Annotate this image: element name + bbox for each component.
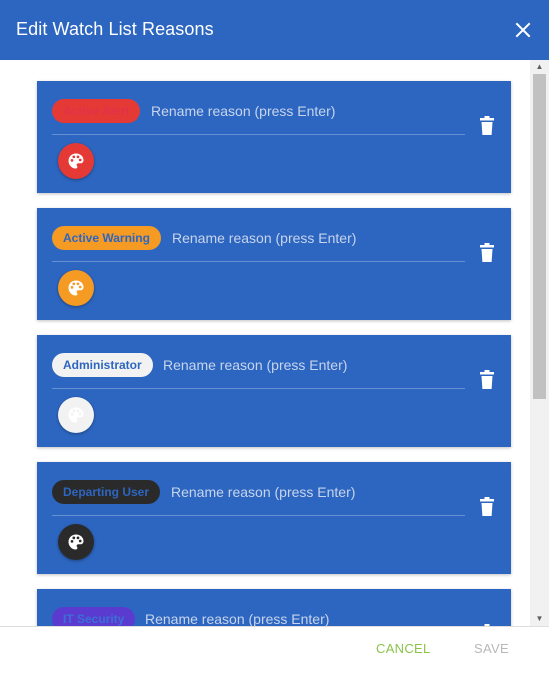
palette-color-button[interactable] bbox=[58, 524, 94, 560]
input-underline bbox=[52, 515, 465, 516]
reason-chip: Active Alert bbox=[52, 99, 141, 123]
reasons-list: Active Alert Active Warning Administrato… bbox=[0, 60, 549, 626]
input-underline bbox=[52, 134, 465, 135]
rename-reason-input[interactable] bbox=[163, 353, 413, 377]
reason-card-departing-user: Departing User bbox=[37, 462, 511, 574]
edit-watch-list-reasons-dialog: Edit Watch List Reasons Active Alert Act… bbox=[0, 0, 549, 673]
palette-icon bbox=[68, 534, 84, 550]
reason-card-active-alert: Active Alert bbox=[37, 81, 511, 193]
rename-reason-input[interactable] bbox=[151, 99, 401, 123]
trash-icon[interactable] bbox=[479, 243, 495, 263]
input-underline bbox=[52, 261, 465, 262]
trash-icon[interactable] bbox=[479, 370, 495, 390]
save-button[interactable]: SAVE bbox=[474, 641, 509, 656]
rename-reason-input[interactable] bbox=[172, 226, 422, 250]
reason-chip: Active Warning bbox=[52, 226, 161, 250]
dialog-header: Edit Watch List Reasons bbox=[0, 0, 549, 60]
reason-card-active-warning: Active Warning bbox=[37, 208, 511, 320]
scrollbar[interactable]: ▲ ▼ bbox=[530, 60, 549, 626]
reason-card-administrator: Administrator bbox=[37, 335, 511, 447]
close-icon[interactable] bbox=[513, 20, 533, 40]
reason-card-it-security: IT Security bbox=[37, 589, 511, 626]
palette-icon bbox=[68, 153, 84, 169]
reason-chip: IT Security bbox=[52, 607, 136, 626]
dialog-title: Edit Watch List Reasons bbox=[16, 19, 214, 39]
rename-reason-input[interactable] bbox=[171, 480, 421, 504]
palette-color-button[interactable] bbox=[58, 270, 94, 306]
reason-chip: Departing User bbox=[52, 480, 161, 504]
rename-reason-input[interactable] bbox=[145, 607, 395, 626]
scroll-down-arrow-icon[interactable]: ▼ bbox=[530, 612, 549, 626]
trash-icon[interactable] bbox=[479, 116, 495, 136]
input-underline bbox=[52, 388, 465, 389]
palette-icon bbox=[68, 407, 84, 423]
reason-chip: Administrator bbox=[52, 353, 153, 377]
dialog-footer: CANCEL SAVE bbox=[0, 626, 549, 673]
trash-icon[interactable] bbox=[479, 497, 495, 517]
palette-color-button[interactable] bbox=[58, 143, 94, 179]
palette-icon bbox=[68, 280, 84, 296]
palette-color-button[interactable] bbox=[58, 397, 94, 433]
scroll-up-arrow-icon[interactable]: ▲ bbox=[530, 60, 549, 74]
cancel-button[interactable]: CANCEL bbox=[376, 641, 431, 656]
scrollbar-thumb[interactable] bbox=[533, 74, 546, 399]
